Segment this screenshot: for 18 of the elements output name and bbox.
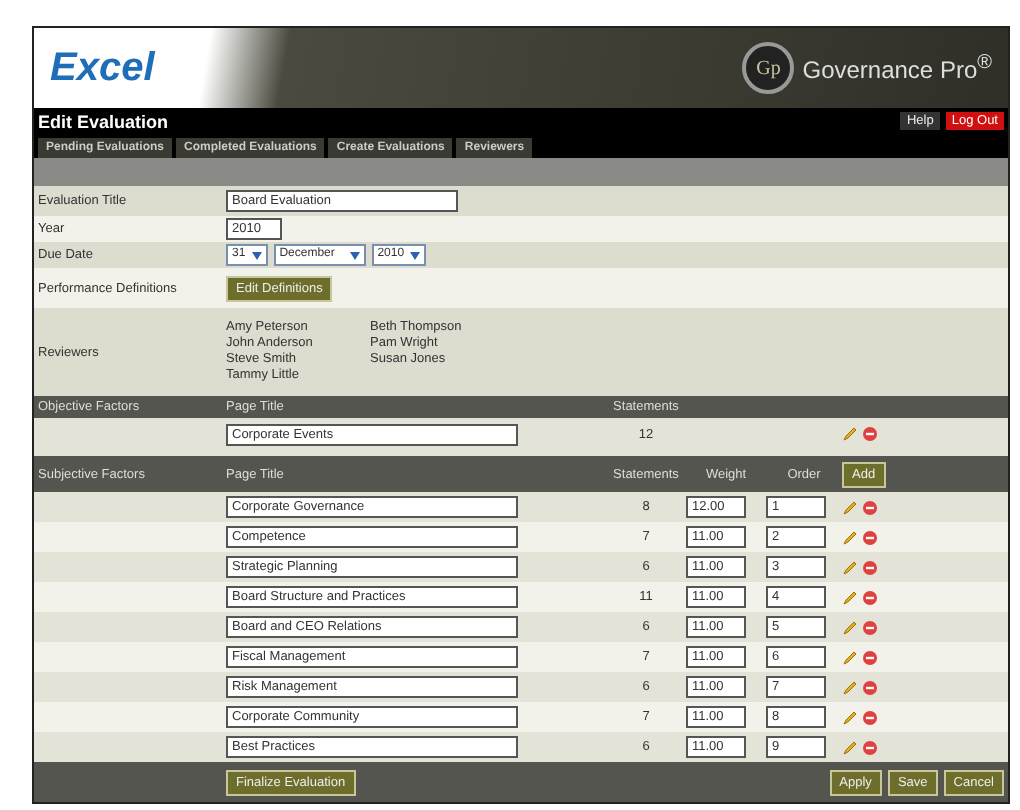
dropdown-arrow-icon[interactable] xyxy=(349,251,360,259)
delete-icon[interactable] xyxy=(862,559,878,575)
brand-name: Governance Pro$^{®}$ xyxy=(802,52,992,84)
delete-icon[interactable] xyxy=(862,529,878,545)
delete-icon[interactable] xyxy=(862,709,878,725)
pencil-icon[interactable] xyxy=(842,426,858,442)
delete-icon[interactable] xyxy=(862,619,878,635)
delete-icon[interactable] xyxy=(862,589,878,605)
dropdown-arrow-icon[interactable] xyxy=(410,251,421,259)
logo: Excel xyxy=(50,45,155,91)
delete-icon[interactable] xyxy=(862,649,878,665)
dropdown-arrow-icon[interactable] xyxy=(251,251,262,259)
delete-icon[interactable] xyxy=(862,499,878,515)
delete-icon[interactable] xyxy=(862,426,878,442)
delete-icon[interactable] xyxy=(862,739,878,755)
brand-badge: Gp xyxy=(742,42,795,94)
page-title: Edit Evaluation xyxy=(38,111,169,131)
delete-icon[interactable] xyxy=(862,679,878,695)
